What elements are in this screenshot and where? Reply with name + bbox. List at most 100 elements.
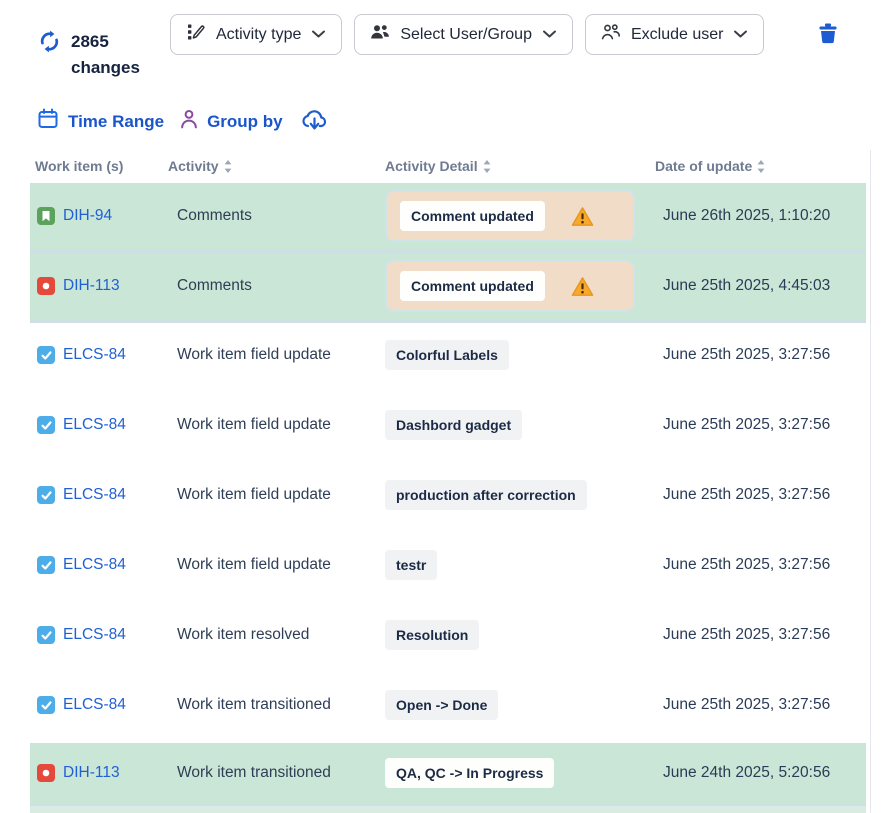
table-row: ELCS-84 Work item field update testr Jun… xyxy=(30,533,866,597)
activity-detail-cell: Open -> Done xyxy=(385,690,663,720)
date-cell: June 25th 2025, 3:27:56 xyxy=(663,416,866,434)
activity-cell: Work item field update xyxy=(177,346,385,364)
task-type-icon xyxy=(37,416,55,434)
scroll-area-divider xyxy=(870,150,871,813)
work-item-cell: ELCS-84 xyxy=(37,416,177,434)
activity-cell: Work item field update xyxy=(177,486,385,504)
work-item-cell: DIH-113 xyxy=(37,764,177,782)
activity-type-label: Activity type xyxy=(216,26,301,44)
column-header-work-item: Work item (s) xyxy=(35,158,168,174)
story-type-icon xyxy=(37,207,55,225)
chevron-down-icon xyxy=(311,26,326,44)
work-item-link[interactable]: ELCS-84 xyxy=(63,556,126,574)
activity-table: Work item (s) Activity Activity Detail D… xyxy=(30,149,866,813)
activity-detail-badge: production after correction xyxy=(385,480,587,510)
activity-detail-badge: Comment updated xyxy=(400,271,545,301)
activity-detail-badge: Open -> Done xyxy=(385,690,498,720)
work-item-cell: ELCS-84 xyxy=(37,346,177,364)
warning-icon xyxy=(571,206,594,227)
table-row: ELCS-84 Work item field update Dashbord … xyxy=(30,393,866,457)
work-item-link[interactable]: ELCS-84 xyxy=(63,486,126,504)
table-row: DIH-113 Work item transitioned QA, QC ->… xyxy=(30,743,866,803)
trash-icon xyxy=(816,34,840,49)
activity-detail-cell: Comment updated xyxy=(385,260,663,312)
chevron-down-icon xyxy=(542,26,557,44)
work-item-cell: ELCS-84 xyxy=(37,556,177,574)
activity-detail-cell: production after correction xyxy=(385,480,663,510)
time-range-label: Time Range xyxy=(68,112,164,132)
select-user-group-label: Select User/Group xyxy=(400,26,532,44)
work-item-link[interactable]: ELCS-84 xyxy=(63,416,126,434)
table-row: DIH-113 Comments Comment updated June 25… xyxy=(30,253,866,319)
export-button[interactable] xyxy=(301,108,328,135)
table-row: DIH-94 Comments Comment updated June 26t… xyxy=(30,183,866,249)
exclude-user-dropdown[interactable]: Exclude user xyxy=(585,14,765,55)
work-item-cell: ELCS-84 xyxy=(37,626,177,644)
group-by-button[interactable]: Group by xyxy=(180,109,283,134)
activity-detail-badge: Comment updated xyxy=(400,201,545,231)
select-user-group-dropdown[interactable]: Select User/Group xyxy=(354,14,573,55)
task-type-icon xyxy=(37,486,55,504)
activity-detail-wrap: Comment updated xyxy=(385,190,635,242)
activity-detail-cell: Resolution xyxy=(385,620,663,650)
column-header-date-of-update[interactable]: Date of update xyxy=(655,158,866,174)
activity-detail-wrap: testr xyxy=(385,550,437,580)
filter-buttons: Activity type Select User/Group xyxy=(170,14,764,55)
activity-detail-wrap: Dashbord gadget xyxy=(385,410,522,440)
sort-icon[interactable] xyxy=(224,160,232,173)
task-type-icon xyxy=(37,556,55,574)
work-item-link[interactable]: ELCS-84 xyxy=(63,626,126,644)
work-item-cell: ELCS-84 xyxy=(37,696,177,714)
activity-detail-wrap: Resolution xyxy=(385,620,479,650)
activity-detail-wrap: QA, QC -> In Progress xyxy=(385,758,554,788)
date-cell: June 26th 2025, 1:10:20 xyxy=(663,207,866,225)
sort-icon[interactable] xyxy=(757,160,765,173)
secondary-toolbar: Time Range Group by xyxy=(0,81,884,135)
work-item-link[interactable]: ELCS-84 xyxy=(63,346,126,364)
changes-counter: 2865 changes xyxy=(37,29,170,81)
column-header-activity-detail[interactable]: Activity Detail xyxy=(385,158,655,174)
users-icon xyxy=(370,23,390,46)
activity-type-dropdown[interactable]: Activity type xyxy=(170,14,342,55)
work-item-cell: DIH-113 xyxy=(37,277,177,295)
table-body: DIH-94 Comments Comment updated June 26t… xyxy=(30,183,866,803)
activity-detail-cell: testr xyxy=(385,550,663,580)
activity-cell: Work item transitioned xyxy=(177,696,385,714)
activity-detail-wrap: production after correction xyxy=(385,480,587,510)
activity-detail-badge: Resolution xyxy=(385,620,479,650)
work-item-link[interactable]: DIH-113 xyxy=(63,764,120,782)
table-row: ELCS-84 Work item resolved Resolution Ju… xyxy=(30,603,866,667)
activity-cell: Work item resolved xyxy=(177,626,385,644)
refresh-icon[interactable] xyxy=(37,29,62,81)
activity-cell: Work item field update xyxy=(177,416,385,434)
activity-cell: Comments xyxy=(177,277,385,295)
time-range-button[interactable]: Time Range xyxy=(37,108,164,135)
activity-detail-cell: Colorful Labels xyxy=(385,340,663,370)
date-cell: June 25th 2025, 3:27:56 xyxy=(663,346,866,364)
cloud-download-icon xyxy=(301,120,328,135)
sort-icon[interactable] xyxy=(483,160,491,173)
trash-button[interactable] xyxy=(816,20,840,49)
work-item-link[interactable]: ELCS-84 xyxy=(63,696,126,714)
work-item-link[interactable]: DIH-94 xyxy=(63,207,112,225)
primary-toolbar: 2865 changes Activity type xyxy=(0,0,884,81)
date-cell: June 25th 2025, 3:27:56 xyxy=(663,486,866,504)
partial-next-row xyxy=(30,806,866,813)
date-cell: June 25th 2025, 4:45:03 xyxy=(663,277,866,295)
date-cell: June 25th 2025, 3:27:56 xyxy=(663,696,866,714)
activity-detail-wrap: Open -> Done xyxy=(385,690,498,720)
activity-detail-cell: QA, QC -> In Progress xyxy=(385,758,663,788)
work-item-cell: ELCS-84 xyxy=(37,486,177,504)
activity-detail-wrap: Colorful Labels xyxy=(385,340,509,370)
table-header: Work item (s) Activity Activity Detail D… xyxy=(30,149,866,183)
activity-detail-badge: Colorful Labels xyxy=(385,340,509,370)
exclude-user-label: Exclude user xyxy=(631,26,724,44)
date-cell: June 24th 2025, 5:20:56 xyxy=(663,764,866,782)
activity-cell: Work item field update xyxy=(177,556,385,574)
work-item-link[interactable]: DIH-113 xyxy=(63,277,120,295)
table-row: ELCS-84 Work item field update productio… xyxy=(30,463,866,527)
column-header-activity[interactable]: Activity xyxy=(168,158,385,174)
table-row: ELCS-84 Work item transitioned Open -> D… xyxy=(30,673,866,737)
table-row: ELCS-84 Work item field update Colorful … xyxy=(30,323,866,387)
edit-list-icon xyxy=(186,22,206,47)
